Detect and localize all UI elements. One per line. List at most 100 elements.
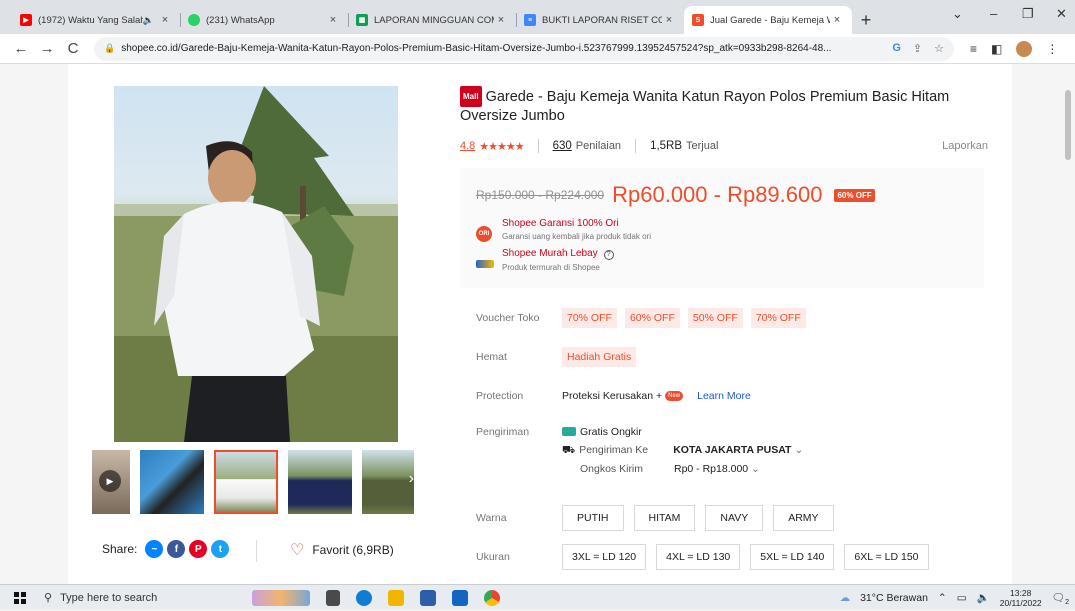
side-panel-icon[interactable]: ◧: [991, 42, 1002, 56]
size-row: Ukuran 3XL = LD 120 4XL = LD 130 5XL = L…: [476, 544, 939, 570]
shopee-icon: S: [692, 14, 704, 26]
scrollbar-thumb[interactable]: [1065, 90, 1071, 160]
facebook-icon[interactable]: f: [167, 540, 186, 558]
bookmark-star-icon[interactable]: ☆: [934, 42, 944, 55]
heart-icon: ♡: [290, 542, 305, 559]
forward-icon[interactable]: →: [34, 40, 60, 57]
docs-icon: ≡: [524, 14, 536, 26]
thumbnail-strip: ▶ ›: [92, 450, 430, 516]
rating-row: 4.8 ★★★★★ 630 Penilaian 1,5RB Terjual La…: [460, 139, 988, 153]
ship-cost[interactable]: Rp0 - Rp18.000: [674, 463, 748, 475]
ship-to-location[interactable]: KOTA JAKARTA PUSAT: [673, 444, 791, 458]
file-explorer-icon[interactable]: [388, 589, 404, 606]
tab-search-icon[interactable]: ⌄: [952, 6, 963, 22]
share-row: Share: ~ f P t: [102, 540, 230, 558]
tab-bukti-laporan[interactable]: ≡ BUKTI LAPORAN RISET COM ×: [516, 6, 684, 34]
new-badge: New: [665, 391, 684, 401]
shipping-row: Pengiriman Gratis Ongkir ⛟ Pengiriman Ke…: [476, 426, 804, 475]
tab-whatsapp[interactable]: (231) WhatsApp ×: [180, 6, 348, 34]
reading-list-icon[interactable]: ≡: [970, 42, 977, 56]
thumbnail-video[interactable]: ▶: [92, 450, 130, 514]
original-price: Rp150.000 - Rp224.000: [476, 188, 605, 202]
close-tab-icon[interactable]: ×: [830, 14, 844, 26]
size-option[interactable]: 6XL = LD 150: [844, 544, 929, 570]
taskbar-search[interactable]: ⚲ Type here to search: [44, 585, 244, 611]
mail-icon[interactable]: [452, 589, 468, 606]
voucher-chip[interactable]: 70% OFF: [750, 308, 806, 328]
search-icon: ⚲: [44, 592, 53, 604]
system-tray: ☁ 31°C Berawan ⌃ ▭ 🔈 13:28 20/11/2022 🗨 2: [840, 588, 1075, 608]
notification-icon[interactable]: 🗨 2: [1052, 591, 1069, 606]
twitter-icon[interactable]: t: [211, 540, 230, 558]
close-tab-icon[interactable]: ×: [494, 14, 508, 26]
url-text[interactable]: shopee.co.id/Garede-Baju-Kemeja-Wanita-K…: [121, 43, 884, 54]
size-option[interactable]: 4XL = LD 130: [656, 544, 741, 570]
favorite-button[interactable]: ♡ Favorit (6,9RB): [290, 540, 394, 560]
learn-more-link[interactable]: Learn More: [697, 390, 751, 402]
murah-lebay-icon: [476, 260, 494, 268]
close-window-icon[interactable]: ✕: [1056, 6, 1067, 22]
clock[interactable]: 13:28 20/11/2022: [1000, 588, 1042, 608]
chevron-down-icon[interactable]: ⌄: [751, 463, 760, 475]
google-icon[interactable]: G: [892, 42, 901, 55]
network-icon[interactable]: ▭: [957, 592, 967, 604]
chrome-icon[interactable]: [484, 589, 500, 606]
chevron-right-icon[interactable]: ›: [409, 470, 414, 488]
store-icon[interactable]: [420, 589, 436, 606]
weather-text[interactable]: 31°C Berawan: [860, 592, 928, 604]
voucher-chip[interactable]: 50% OFF: [687, 308, 743, 328]
thumbnail-image[interactable]: [288, 450, 352, 514]
restore-icon[interactable]: ❐: [1022, 6, 1034, 22]
chevron-down-icon[interactable]: ⌄: [794, 444, 803, 458]
size-option[interactable]: 3XL = LD 120: [562, 544, 647, 570]
task-view-icon[interactable]: [326, 589, 340, 606]
search-highlight-icon[interactable]: [252, 589, 310, 606]
tab-youtube[interactable]: ▶ (1972) Waktu Yang Salah 🔈 ×: [12, 6, 180, 34]
edge-icon[interactable]: [356, 589, 372, 606]
tab-laporan-mingguan[interactable]: ▦ LAPORAN MINGGUAN COM ×: [348, 6, 516, 34]
lock-icon[interactable]: 🔒: [104, 43, 115, 54]
new-tab-button[interactable]: +: [852, 6, 880, 34]
color-option[interactable]: HITAM: [633, 505, 696, 531]
windows-start-icon[interactable]: [14, 591, 26, 604]
youtube-icon: ▶: [20, 14, 32, 26]
close-tab-icon[interactable]: ×: [662, 14, 676, 26]
guarantee-info[interactable]: ORI Shopee Garansi 100% Ori Garansi uang…: [476, 218, 968, 242]
menu-icon[interactable]: ⋮: [1046, 42, 1058, 56]
profile-avatar[interactable]: [1016, 40, 1033, 57]
murah-lebay-info[interactable]: Shopee Murah Lebay? Produk termurah di S…: [476, 248, 968, 272]
size-option[interactable]: 5XL = LD 140: [750, 544, 835, 570]
close-tab-icon[interactable]: ×: [158, 14, 172, 26]
report-link[interactable]: Laporkan: [942, 140, 988, 152]
messenger-icon[interactable]: ~: [145, 540, 164, 558]
product-page: ▶ › Share: ~ f P t ♡ Favorit (6,9RB) Mal…: [68, 64, 1012, 584]
back-icon[interactable]: ←: [8, 40, 34, 57]
pinterest-icon[interactable]: P: [189, 540, 208, 558]
color-option[interactable]: ARMY: [773, 505, 834, 531]
voucher-chip[interactable]: 70% OFF: [562, 308, 617, 328]
minimize-icon[interactable]: –: [990, 6, 997, 21]
divider: [537, 139, 539, 153]
main-product-image[interactable]: [114, 86, 398, 442]
volume-icon[interactable]: 🔈: [977, 591, 990, 604]
color-option[interactable]: PUTIH: [562, 505, 624, 531]
thumbnail-image[interactable]: ›: [362, 450, 414, 514]
divider: [635, 139, 637, 153]
thumbnail-image[interactable]: [140, 450, 204, 514]
share-icon[interactable]: ⇪: [913, 42, 922, 55]
reviews-count[interactable]: 630: [553, 140, 572, 152]
gift-chip[interactable]: Hadiah Gratis: [562, 347, 637, 367]
tab-shopee-product[interactable]: S Jual Garede - Baju Kemeja W ×: [684, 6, 852, 34]
delivery-truck-icon: ⛟: [562, 444, 576, 456]
close-tab-icon[interactable]: ×: [326, 14, 340, 26]
audio-icon[interactable]: 🔈: [143, 15, 154, 26]
color-option[interactable]: NAVY: [705, 505, 764, 531]
rating-value[interactable]: 4.8: [460, 140, 475, 152]
thumbnail-image-selected[interactable]: [214, 450, 278, 514]
windows-taskbar: ⚲ Type here to search ☁ 31°C Berawan ⌃ ▭…: [0, 584, 1075, 610]
chevron-up-icon[interactable]: ⌃: [938, 592, 947, 604]
help-icon[interactable]: ?: [603, 250, 614, 260]
voucher-chip[interactable]: 60% OFF: [624, 308, 680, 328]
url-bar[interactable]: 🔒 shopee.co.id/Garede-Baju-Kemeja-Wanita…: [94, 36, 954, 61]
reload-icon[interactable]: C: [60, 40, 86, 57]
